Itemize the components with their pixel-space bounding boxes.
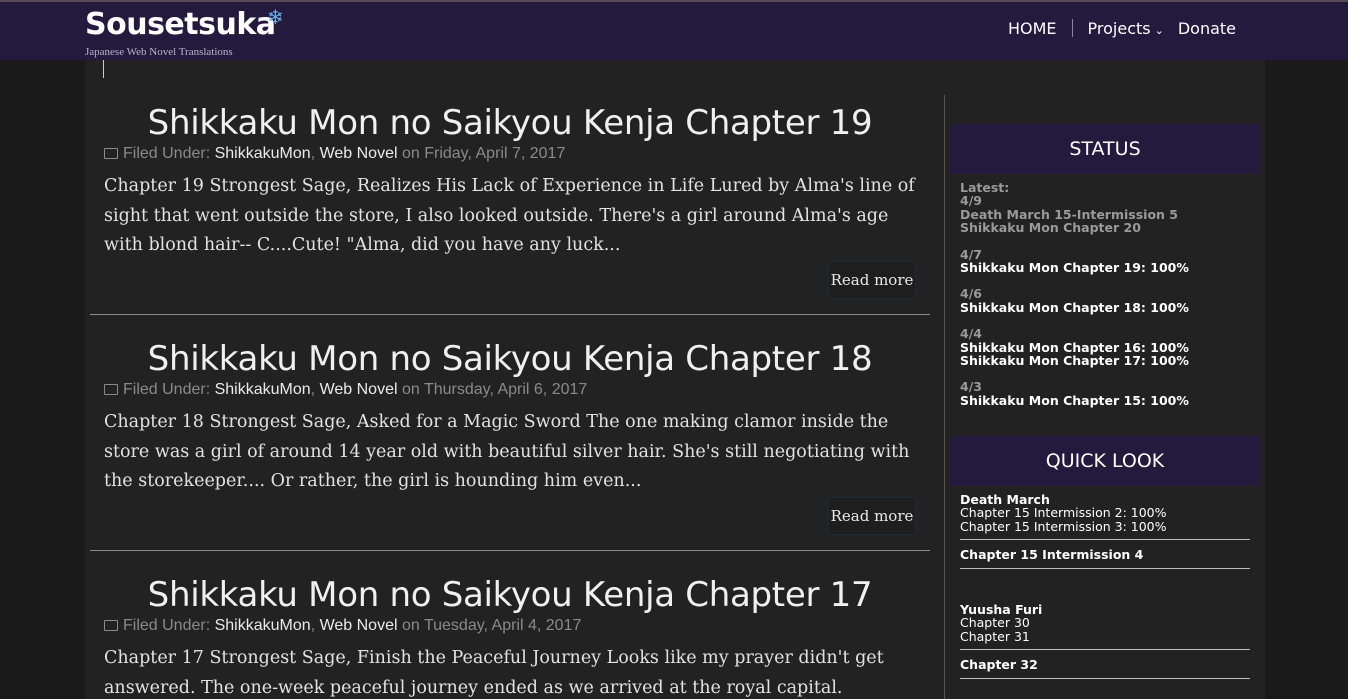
status-entry: Shikkaku Mon Chapter 16: 100%: [960, 339, 1189, 355]
post-excerpt: Chapter 19 Strongest Sage, Realizes His …: [104, 176, 915, 255]
chapter-progress: Chapter 31: [960, 628, 1030, 644]
filed-under-label: Filed Under:: [123, 617, 211, 634]
next-chapter-link[interactable]: Chapter 32: [960, 658, 1250, 672]
sidebar-divider: [944, 95, 945, 699]
chapter-progress: Chapter 15 Intermission 2: 100%: [960, 505, 1167, 521]
read-more-button[interactable]: Read more: [828, 497, 916, 535]
post-title-link[interactable]: Shikkaku Mon no Saikyou Kenja Chapter 18: [104, 339, 916, 379]
folder-icon: [104, 384, 118, 395]
chapter-progress: Chapter 15 Intermission 3: 100%: [960, 518, 1167, 534]
category-link[interactable]: ShikkakuMon: [215, 381, 311, 398]
filed-under-label: Filed Under:: [123, 145, 211, 162]
site-logo[interactable]: Sousetsuka ❄ Japanese Web Novel Translat…: [85, 7, 284, 58]
post-meta: Filed Under: ShikkakuMon, Web Novel on F…: [104, 145, 916, 163]
series-title: Yuusha Furi: [960, 602, 1043, 617]
nav-projects-menu[interactable]: Projects ⌄: [1088, 19, 1164, 38]
site-header: Sousetsuka ❄ Japanese Web Novel Translat…: [0, 2, 1348, 60]
chevron-down-icon: ⌄: [1154, 23, 1164, 37]
divider: [960, 677, 1250, 679]
divider: [960, 567, 1250, 569]
status-date: 4/7: [960, 246, 982, 262]
chapter-progress: Chapter 30: [960, 615, 1030, 631]
status-widget-title: STATUS: [950, 124, 1260, 174]
status-widget-body: Latest: 4/9 Death March 15-Intermission …: [960, 180, 1250, 408]
quick-look-death-march: Death March Chapter 15 Intermission 2: 1…: [960, 493, 1250, 569]
post-meta: Filed Under: ShikkakuMon, Web Novel on T…: [104, 617, 916, 635]
post-date: on Thursday, April 6, 2017: [401, 381, 588, 398]
category-link[interactable]: Web Novel: [320, 381, 398, 398]
status-entry: Shikkaku Mon Chapter 20: [960, 220, 1141, 236]
quick-look-widget-title: QUICK LOOK: [950, 436, 1260, 486]
status-entry: Shikkaku Mon Chapter 15: 100%: [960, 392, 1189, 408]
quick-look-yuusha-furi: Yuusha Furi Chapter 30 Chapter 31 Chapte…: [960, 603, 1250, 679]
post-date: on Friday, April 7, 2017: [401, 145, 566, 162]
read-more-button[interactable]: Read more: [828, 261, 916, 299]
category-link[interactable]: Web Novel: [320, 145, 398, 162]
status-entry: Death March 15-Intermission 5: [960, 206, 1178, 222]
post-excerpt: Chapter 18 Strongest Sage, Asked for a M…: [104, 412, 910, 491]
status-date: 4/4: [960, 326, 982, 342]
folder-icon: [104, 620, 118, 631]
category-link[interactable]: ShikkakuMon: [215, 145, 311, 162]
post-excerpt: Chapter 17 Strongest Sage, Finish the Pe…: [104, 648, 884, 698]
status-entry: Shikkaku Mon Chapter 18: 100%: [960, 299, 1189, 315]
status-date: 4/6: [960, 286, 982, 302]
nav-home-link[interactable]: HOME: [1008, 19, 1057, 38]
category-link[interactable]: ShikkakuMon: [215, 617, 311, 634]
next-chapter-link[interactable]: Chapter 15 Intermission 4: [960, 548, 1250, 562]
category-link[interactable]: Web Novel: [320, 617, 398, 634]
post-divider: [90, 550, 930, 551]
divider: [960, 539, 1250, 541]
separator: ,: [310, 381, 316, 398]
post-divider: [90, 314, 930, 315]
status-entry: Shikkaku Mon Chapter 19: 100%: [960, 260, 1189, 276]
main-nav: HOME Projects ⌄ Donate: [1008, 18, 1236, 38]
post-item: Shikkaku Mon no Saikyou Kenja Chapter 17…: [104, 575, 916, 699]
nav-donate-link[interactable]: Donate: [1178, 19, 1236, 38]
site-tagline: Japanese Web Novel Translations: [85, 46, 233, 58]
post-meta: Filed Under: ShikkakuMon, Web Novel on T…: [104, 381, 916, 399]
series-title: Death March: [960, 492, 1050, 507]
post-item: Shikkaku Mon no Saikyou Kenja Chapter 18…: [104, 339, 916, 497]
status-date: 4/9: [960, 193, 982, 209]
status-latest-label: Latest:: [960, 180, 1010, 195]
snowflake-icon: ❄: [267, 7, 284, 29]
separator: ,: [310, 617, 316, 634]
folder-icon: [104, 148, 118, 159]
post-item: Shikkaku Mon no Saikyou Kenja Chapter 19…: [104, 103, 916, 261]
post-title-link[interactable]: Shikkaku Mon no Saikyou Kenja Chapter 19: [104, 103, 916, 143]
nav-separator: [1071, 19, 1073, 37]
filed-under-label: Filed Under:: [123, 381, 211, 398]
status-entry: Shikkaku Mon Chapter 17: 100%: [960, 353, 1189, 369]
status-date: 4/3: [960, 379, 982, 395]
post-title-link[interactable]: Shikkaku Mon no Saikyou Kenja Chapter 17: [104, 575, 916, 615]
post-date: on Tuesday, April 4, 2017: [401, 617, 582, 634]
text-cursor: [103, 60, 104, 78]
separator: ,: [310, 145, 316, 162]
nav-projects-label: Projects: [1087, 18, 1151, 38]
site-title[interactable]: Sousetsuka: [85, 7, 276, 42]
divider: [960, 649, 1250, 651]
